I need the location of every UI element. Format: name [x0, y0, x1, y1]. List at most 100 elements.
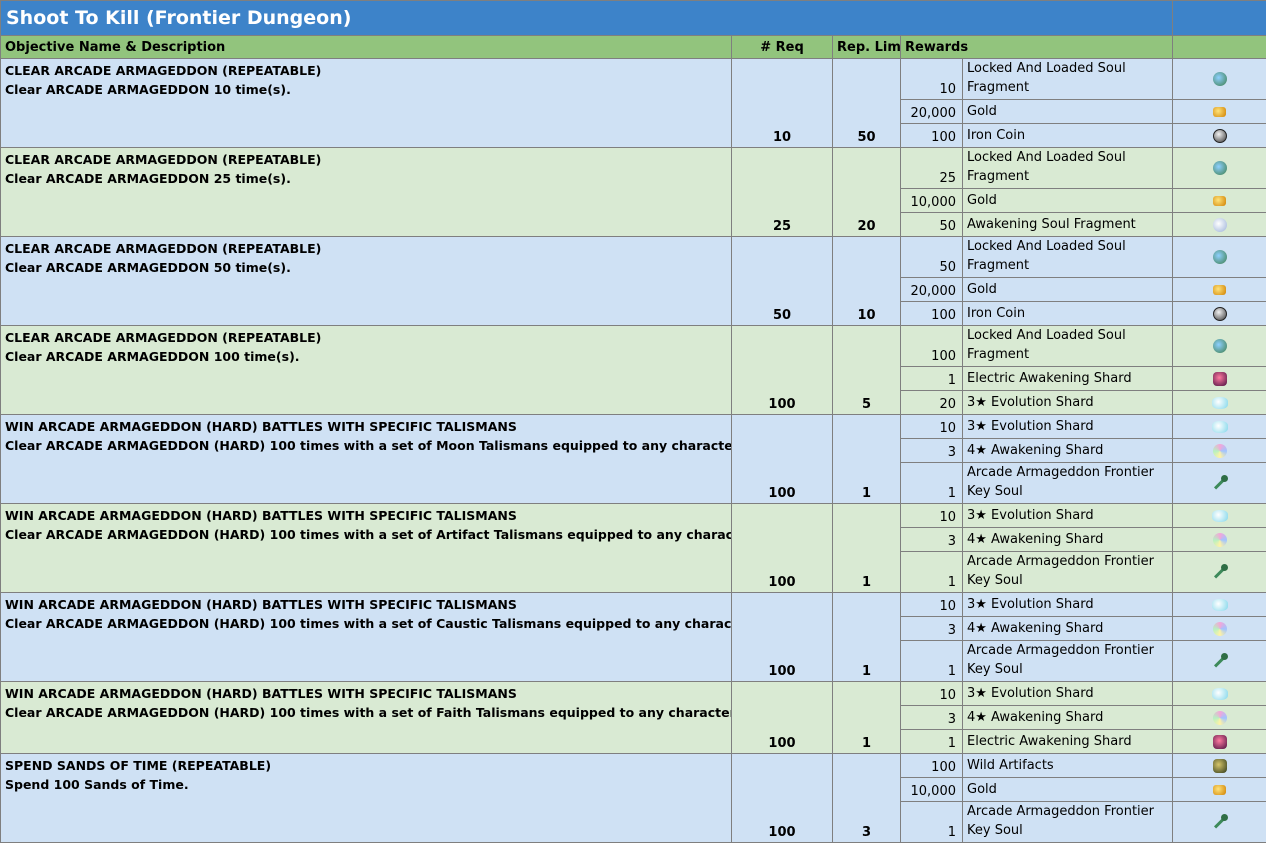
gold-icon — [1213, 106, 1227, 117]
reward-icon-cell — [1172, 753, 1266, 778]
required-count: 100 — [731, 753, 833, 843]
reward-quantity: 1 — [900, 551, 963, 593]
objective-name: WIN ARCADE ARMAGEDDON (HARD) BATTLES WIT… — [5, 419, 517, 434]
reward-quantity: 3 — [900, 438, 963, 463]
sheet-title: Shoot To Kill (Frontier Dungeon) — [0, 0, 1174, 36]
objective-description: Clear ARCADE ARMAGEDDON 50 time(s). — [5, 260, 291, 275]
reward-icon-cell — [1172, 640, 1266, 682]
reward-item: Electric Awakening Shard — [961, 366, 1174, 391]
table-row: CLEAR ARCADE ARMAGEDDON (REPEATABLE) Clea… — [0, 147, 1266, 237]
soul-fragment-icon — [1212, 250, 1227, 264]
objective-cell: CLEAR ARCADE ARMAGEDDON (REPEATABLE) Clea… — [0, 325, 732, 415]
key-soul-icon — [1211, 474, 1229, 492]
repeat-limit: 1 — [832, 503, 901, 593]
reward-icon-cell — [1172, 551, 1266, 593]
reward-quantity: 3 — [900, 527, 963, 552]
required-count: 100 — [731, 414, 833, 504]
reward-quantity: 10 — [900, 592, 963, 617]
objective-description: Spend 100 Sands of Time. — [5, 777, 189, 792]
reward-icon-cell — [1172, 147, 1266, 189]
table-row: CLEAR ARCADE ARMAGEDDON (REPEATABLE) Clea… — [0, 236, 1266, 326]
reward-quantity: 1 — [900, 462, 963, 504]
reward-quantity: 10 — [900, 414, 963, 439]
key-soul-icon — [1211, 652, 1229, 670]
table-row: SPEND SANDS OF TIME (REPEATABLE) Spend 10… — [0, 753, 1266, 843]
objective-description: Clear ARCADE ARMAGEDDON 10 time(s). — [5, 82, 291, 97]
electric-awakening-shard-icon — [1212, 734, 1227, 749]
objective-description: Clear ARCADE ARMAGEDDON (HARD) 100 times… — [5, 705, 732, 720]
objective-name: WIN ARCADE ARMAGEDDON (HARD) BATTLES WIT… — [5, 508, 517, 523]
table-row: WIN ARCADE ARMAGEDDON (HARD) BATTLES WIT… — [0, 592, 1266, 682]
reward-item: Iron Coin — [961, 123, 1174, 148]
reward-item: Electric Awakening Shard — [961, 729, 1174, 754]
reward-icon-cell — [1172, 325, 1266, 367]
evolution-shard-icon — [1211, 509, 1228, 522]
reward-icon-cell — [1172, 462, 1266, 504]
wild-artifacts-icon — [1212, 758, 1227, 773]
electric-awakening-shard-icon — [1212, 371, 1227, 386]
reward-quantity: 100 — [900, 301, 963, 326]
objective-name: CLEAR ARCADE ARMAGEDDON (REPEATABLE) — [5, 241, 322, 256]
reward-item: Gold — [961, 277, 1174, 302]
required-count: 100 — [731, 325, 833, 415]
reward-quantity: 100 — [900, 753, 963, 778]
reward-item: Gold — [961, 99, 1174, 124]
header-objective: Objective Name & Description — [0, 35, 732, 59]
soul-fragment-icon — [1212, 339, 1227, 353]
repeat-limit: 5 — [832, 325, 901, 415]
soul-fragment-icon — [1212, 72, 1227, 86]
reward-icon-cell — [1172, 438, 1266, 463]
reward-item: 3★ Evolution Shard — [961, 390, 1174, 415]
reward-quantity: 1 — [900, 801, 963, 843]
reward-icon-cell — [1172, 527, 1266, 552]
reward-item: Arcade Armageddon Frontier Key Soul — [961, 462, 1174, 504]
reward-quantity: 20 — [900, 390, 963, 415]
awakening-shard-icon — [1212, 443, 1227, 458]
reward-item: Gold — [961, 777, 1174, 802]
reward-quantity: 3 — [900, 616, 963, 641]
reward-item: Iron Coin — [961, 301, 1174, 326]
evolution-shard-icon — [1211, 687, 1228, 700]
objective-cell: WIN ARCADE ARMAGEDDON (HARD) BATTLES WIT… — [0, 681, 732, 754]
objective-cell: CLEAR ARCADE ARMAGEDDON (REPEATABLE) Clea… — [0, 147, 732, 237]
title-blank-cell — [1172, 0, 1266, 36]
reward-icon-cell — [1172, 414, 1266, 439]
objective-cell: WIN ARCADE ARMAGEDDON (HARD) BATTLES WIT… — [0, 592, 732, 682]
reward-icon-cell — [1172, 801, 1266, 843]
reward-quantity: 20,000 — [900, 277, 963, 302]
required-count: 25 — [731, 147, 833, 237]
objective-cell: CLEAR ARCADE ARMAGEDDON (REPEATABLE) Clea… — [0, 58, 732, 148]
reward-item: 4★ Awakening Shard — [961, 705, 1174, 730]
evolution-shard-icon — [1211, 420, 1228, 433]
repeat-limit: 1 — [832, 414, 901, 504]
objective-description: Clear ARCADE ARMAGEDDON (HARD) 100 times… — [5, 438, 732, 453]
reward-quantity: 1 — [900, 640, 963, 682]
reward-quantity: 10 — [900, 58, 963, 100]
objective-description: Clear ARCADE ARMAGEDDON 100 time(s). — [5, 349, 300, 364]
reward-item: Wild Artifacts — [961, 753, 1174, 778]
reward-item: 3★ Evolution Shard — [961, 414, 1174, 439]
reward-icon-cell — [1172, 277, 1266, 302]
repeat-limit: 1 — [832, 592, 901, 682]
reward-item: 3★ Evolution Shard — [961, 503, 1174, 528]
objective-cell: SPEND SANDS OF TIME (REPEATABLE) Spend 10… — [0, 753, 732, 843]
reward-quantity: 50 — [900, 212, 963, 237]
key-soul-icon — [1211, 813, 1229, 831]
awakening-shard-icon — [1212, 621, 1227, 636]
table-row: CLEAR ARCADE ARMAGEDDON (REPEATABLE) Clea… — [0, 325, 1266, 415]
table-row: CLEAR ARCADE ARMAGEDDON (REPEATABLE) Clea… — [0, 58, 1266, 148]
header-req: # Req — [731, 35, 833, 59]
objective-name: CLEAR ARCADE ARMAGEDDON (REPEATABLE) — [5, 152, 322, 167]
header-limit: Rep. Limit — [832, 35, 901, 59]
reward-item: Gold — [961, 188, 1174, 213]
reward-quantity: 20,000 — [900, 99, 963, 124]
reward-icon-cell — [1172, 236, 1266, 278]
reward-icon-cell — [1172, 366, 1266, 391]
header-icon-blank — [1172, 35, 1266, 59]
reward-item: Locked And Loaded Soul Fragment — [961, 236, 1174, 278]
reward-quantity: 1 — [900, 729, 963, 754]
soul-fragment-icon — [1212, 161, 1227, 175]
reward-icon-cell — [1172, 616, 1266, 641]
awakening-shard-icon — [1212, 532, 1227, 547]
repeat-limit: 3 — [832, 753, 901, 843]
